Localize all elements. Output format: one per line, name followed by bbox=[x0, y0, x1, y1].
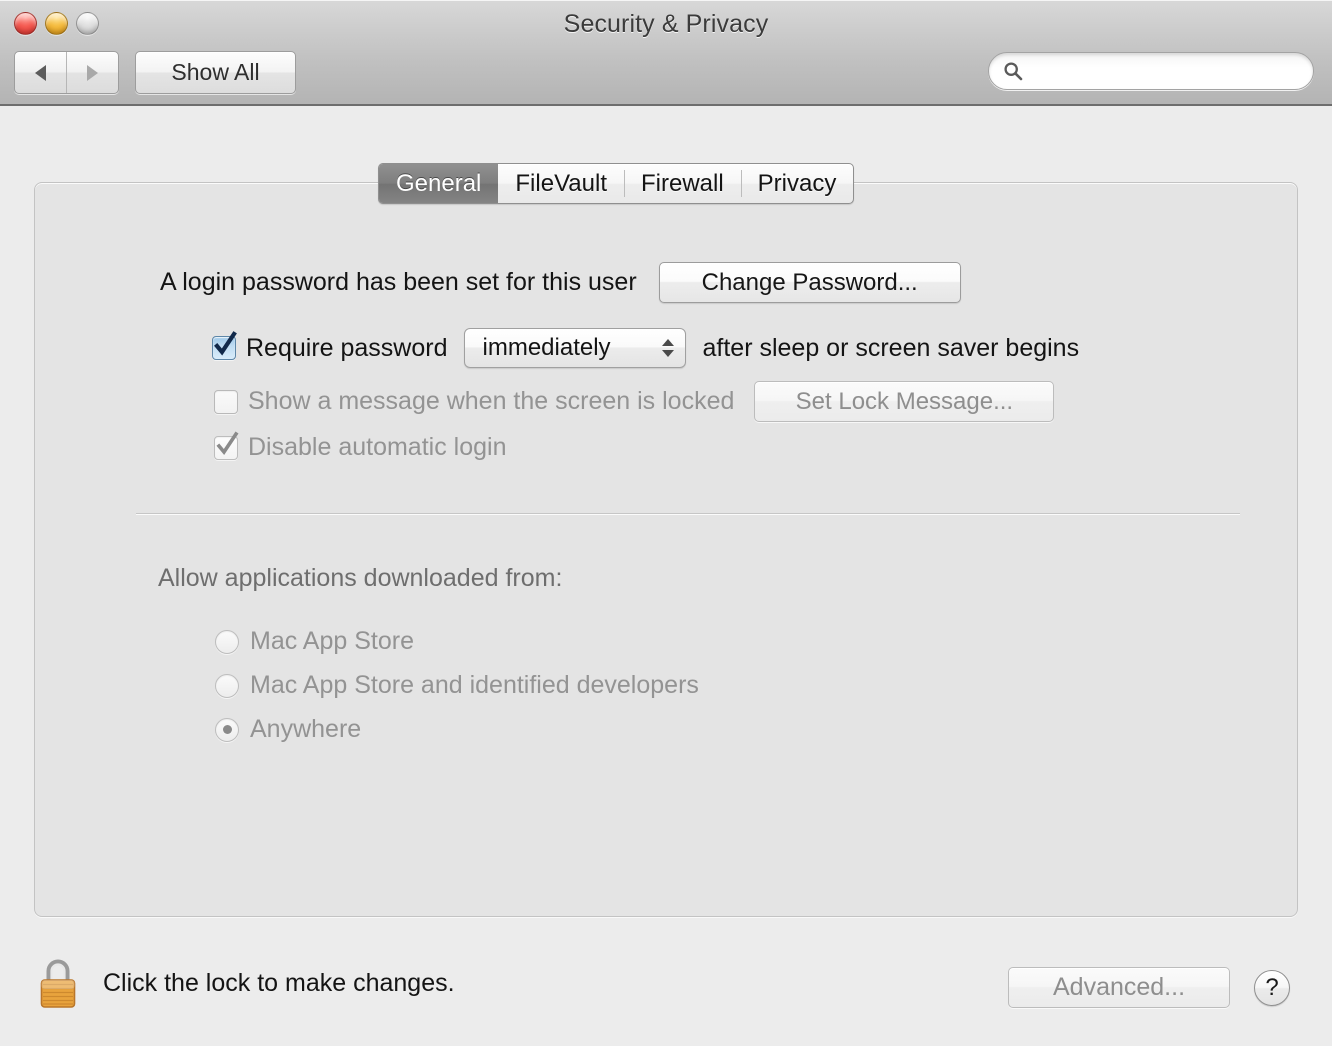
chevron-right-icon bbox=[87, 64, 98, 81]
checkmark-icon bbox=[216, 431, 239, 455]
show-all-button[interactable]: Show All bbox=[135, 51, 296, 94]
login-password-status: A login password has been set for this u… bbox=[160, 268, 637, 296]
tab-privacy-label: Privacy bbox=[757, 169, 837, 197]
tab-general[interactable]: General bbox=[379, 164, 499, 203]
radio-mac-app-store[interactable] bbox=[215, 629, 239, 654]
search-icon bbox=[1004, 62, 1023, 81]
lock-message-checkbox[interactable] bbox=[214, 389, 238, 414]
radio-mac-app-store-label: Mac App Store bbox=[250, 627, 414, 655]
security-privacy-window: Security & Privacy Show All General File… bbox=[0, 0, 1332, 1046]
tab-firewall-label: Firewall bbox=[640, 169, 724, 197]
zoom-button[interactable] bbox=[76, 12, 99, 35]
lock-text: Click the lock to make changes. bbox=[103, 968, 455, 997]
radio-anywhere[interactable] bbox=[215, 717, 239, 742]
lock-row[interactable]: Click the lock to make changes. bbox=[36, 955, 455, 1011]
padlock-closed-icon[interactable] bbox=[36, 955, 80, 1011]
chevron-left-icon bbox=[35, 64, 46, 81]
gatekeeper-heading: Allow applications downloaded from: bbox=[158, 564, 563, 592]
lock-message-row: Show a message when the screen is locked… bbox=[214, 381, 1055, 422]
window-titlebar: Security & Privacy Show All bbox=[0, 0, 1332, 106]
search-field[interactable] bbox=[988, 52, 1314, 90]
require-password-delay-popup[interactable]: immediately bbox=[463, 328, 686, 368]
gatekeeper-option-anywhere[interactable]: Anywhere bbox=[215, 715, 361, 744]
close-button[interactable] bbox=[14, 12, 37, 35]
gatekeeper-option-mac-app-store[interactable]: Mac App Store bbox=[215, 627, 414, 656]
disable-auto-login-checkbox[interactable] bbox=[214, 431, 239, 460]
stepper-arrows-icon bbox=[661, 339, 674, 357]
traffic-lights bbox=[14, 12, 99, 35]
help-button[interactable]: ? bbox=[1254, 970, 1290, 1006]
radio-anywhere-label: Anywhere bbox=[250, 715, 362, 743]
disable-auto-login-label: Disable automatic login bbox=[248, 433, 507, 461]
tab-filevault[interactable]: FileVault bbox=[498, 164, 624, 203]
lock-message-label: Show a message when the screen is locked bbox=[248, 387, 735, 415]
chevron-up-icon bbox=[661, 339, 674, 346]
checkmark-icon bbox=[214, 331, 237, 356]
tab-bar: General FileVault Firewall Privacy bbox=[378, 163, 855, 204]
advanced-button[interactable]: Advanced... bbox=[1008, 967, 1230, 1008]
tab-firewall[interactable]: Firewall bbox=[623, 164, 741, 203]
tab-general-label: General bbox=[396, 169, 482, 197]
change-password-label: Change Password... bbox=[701, 268, 918, 296]
section-divider bbox=[136, 513, 1240, 514]
nav-segmented-control[interactable] bbox=[14, 51, 119, 94]
forward-button[interactable] bbox=[67, 52, 118, 93]
require-password-delay-value: immediately bbox=[482, 334, 611, 361]
tab-privacy[interactable]: Privacy bbox=[740, 164, 854, 203]
minimize-button[interactable] bbox=[45, 12, 68, 35]
disable-auto-login-row: Disable automatic login bbox=[214, 431, 507, 462]
radio-identified-developers-label: Mac App Store and identified developers bbox=[250, 671, 699, 699]
gatekeeper-option-identified-developers[interactable]: Mac App Store and identified developers bbox=[215, 671, 699, 700]
require-password-row: Require password immediately after sleep… bbox=[212, 328, 1079, 368]
require-password-label: Require password bbox=[246, 333, 448, 362]
gatekeeper-heading-row: Allow applications downloaded from: bbox=[158, 564, 562, 593]
chevron-down-icon bbox=[661, 350, 674, 357]
show-all-label: Show All bbox=[171, 59, 260, 85]
set-lock-message-label: Set Lock Message... bbox=[795, 387, 1014, 415]
back-button[interactable] bbox=[15, 52, 67, 93]
search-input[interactable] bbox=[1023, 60, 1313, 82]
require-password-checkbox[interactable] bbox=[212, 331, 237, 360]
tab-filevault-label: FileVault bbox=[515, 169, 607, 197]
page-title: Security & Privacy bbox=[563, 10, 769, 38]
help-label: ? bbox=[1265, 974, 1279, 1001]
change-password-button[interactable]: Change Password... bbox=[658, 262, 961, 303]
set-lock-message-button[interactable]: Set Lock Message... bbox=[754, 381, 1055, 422]
radio-identified-developers[interactable] bbox=[215, 673, 239, 698]
login-password-row: A login password has been set for this u… bbox=[160, 262, 961, 303]
require-password-trailing-text: after sleep or screen saver begins bbox=[702, 333, 1080, 362]
advanced-label: Advanced... bbox=[1052, 973, 1186, 1001]
